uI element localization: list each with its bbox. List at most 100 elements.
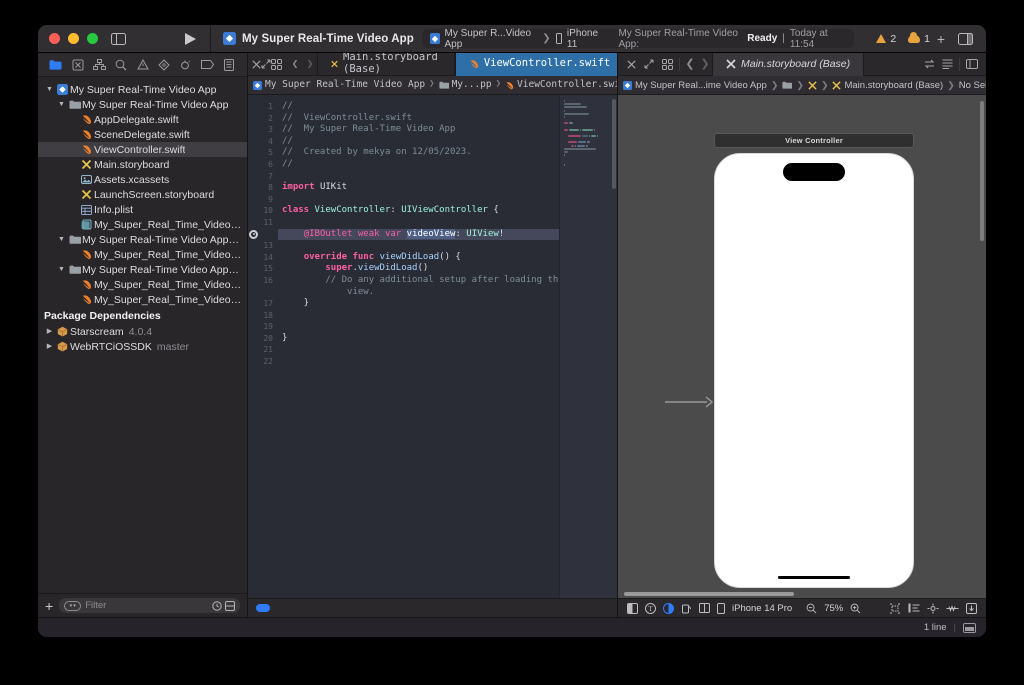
resolve-auto-layout-icon[interactable]	[966, 602, 977, 614]
line-number[interactable]: 13	[248, 240, 273, 252]
sidebar-item-debug-navigator[interactable]	[176, 56, 196, 74]
jumpbar-segment-selection[interactable]: No Selection	[959, 80, 986, 91]
line-number[interactable]: 6	[248, 159, 273, 171]
filter-scope-icon[interactable]: ▾ ▾	[64, 600, 82, 611]
expand-editor-icon[interactable]	[640, 55, 658, 73]
code-line[interactable]: }	[278, 298, 559, 310]
assistant-editor-icon[interactable]	[963, 55, 981, 73]
jumpbar-segment-project[interactable]: My Super Real...ime Video App	[623, 80, 767, 91]
jumpbar-segment-file[interactable]: ViewController.swift	[505, 79, 617, 91]
sidebar-item-breakpoint-navigator[interactable]	[198, 56, 218, 74]
file-tree-row[interactable]: Info.plist	[38, 202, 247, 217]
minimize-window-button[interactable]	[68, 33, 79, 44]
code-line[interactable]: class ViewController: UIViewController {	[278, 205, 559, 217]
zoom-level[interactable]: 75%	[824, 603, 843, 614]
dynamic-type-icon[interactable]: T	[645, 602, 656, 614]
add-file-button[interactable]: +	[45, 599, 53, 613]
line-number[interactable]: 16	[248, 275, 273, 287]
forward-button[interactable]: ❯	[303, 55, 317, 73]
scene-title-bar[interactable]: View Controller	[714, 133, 914, 148]
file-tree-row[interactable]: ▼ My Super Real-Time Video App	[38, 82, 247, 97]
file-tree-row[interactable]: My_Super_Real_Time_Video_App...	[38, 277, 247, 292]
embed-in-icon[interactable]	[908, 603, 920, 613]
line-number[interactable]: 15	[248, 263, 273, 275]
related-items-icon[interactable]	[920, 55, 938, 73]
line-number[interactable]: 4	[248, 136, 273, 148]
issue-counter[interactable]: 1	[908, 31, 930, 45]
source-code-view[interactable]: 1 2 3 4 5 6 7 8 9 10 11 13 14 15 16 17 18 19 20 21 22 //// V…	[248, 95, 559, 598]
sidebar-item-report-navigator[interactable]	[219, 56, 239, 74]
code-line[interactable]: //	[278, 159, 559, 171]
debug-indicator[interactable]	[256, 604, 270, 612]
file-tree-row[interactable]: AppDelegate.swift	[38, 112, 247, 127]
editor-options-icon[interactable]	[271, 55, 282, 73]
code-jump-bar[interactable]: My Super Real-Time Video App ❯ My...pp ❯…	[248, 76, 617, 95]
code-line[interactable]	[278, 310, 559, 322]
sidebar-item-project-navigator[interactable]	[46, 56, 66, 74]
sidebar-item-issue-navigator[interactable]	[133, 56, 153, 74]
run-icon[interactable]	[185, 32, 196, 45]
view-controller-scene[interactable]	[714, 153, 914, 588]
activity-status-bar[interactable]: My Super R...Video App ❯ iPhone 11 My Su…	[421, 28, 855, 50]
code-line[interactable]	[278, 356, 559, 368]
code-line[interactable]: // Created by mekya on 12/05/2023.	[278, 147, 559, 159]
code-line[interactable]: override func viewDidLoad() {	[278, 252, 559, 264]
file-tree-row[interactable]: LaunchScreen.storyboard	[38, 187, 247, 202]
code-line[interactable]: import UIKit	[278, 182, 559, 194]
code-minimap[interactable]	[559, 95, 617, 598]
debug-area-toggle-icon[interactable]	[963, 622, 976, 633]
breakpoint-icon[interactable]	[249, 229, 258, 239]
package-row[interactable]: ▶ Starscream 4.0.4	[38, 324, 247, 339]
line-number[interactable]: 20	[248, 333, 273, 345]
jumpbar-segment-storyboard-file[interactable]: Main.storyboard (Base)	[832, 80, 943, 91]
line-number[interactable]: 2	[248, 113, 273, 125]
add-editor-button[interactable]: +	[930, 29, 952, 49]
close-window-button[interactable]	[49, 33, 60, 44]
code-vertical-scrollbar[interactable]	[612, 99, 616, 189]
close-editor-icon[interactable]	[252, 55, 261, 73]
code-line[interactable]	[278, 217, 559, 229]
split-view-icon[interactable]	[699, 603, 710, 613]
code-line[interactable]: }	[278, 333, 559, 345]
inspector-toggle-icon[interactable]	[954, 29, 976, 49]
line-number[interactable]: 19	[248, 321, 273, 333]
document-outline-icon[interactable]	[938, 55, 956, 73]
file-tree-row[interactable]: ▼ My Super Real-Time Video AppTests	[38, 232, 247, 247]
source-control-filter-icon[interactable]	[225, 600, 235, 611]
package-row[interactable]: ▶ WebRTCiOSSDK master	[38, 339, 247, 354]
editor-options-icon[interactable]	[658, 55, 676, 73]
storyboard-canvas[interactable]: View Controller	[618, 95, 986, 598]
zoom-out-icon[interactable]	[806, 603, 817, 614]
scheme-name[interactable]: My Super R...Video App	[445, 28, 538, 50]
canvas-device-name[interactable]: iPhone 14 Pro	[732, 603, 792, 614]
sidebar-item-test-navigator[interactable]	[154, 56, 174, 74]
code-line[interactable]: view.	[278, 287, 559, 299]
forward-button[interactable]: ❯	[698, 55, 712, 73]
line-number[interactable]: 14	[248, 252, 273, 264]
run-destination[interactable]: iPhone 11	[567, 28, 606, 50]
jumpbar-segment-storyboard-root[interactable]	[808, 80, 817, 90]
code-line[interactable]	[278, 194, 559, 206]
line-number-gutter[interactable]: 1 2 3 4 5 6 7 8 9 10 11 13 14 15 16 17 18 19 20 21 22	[248, 95, 278, 598]
code-line[interactable]	[278, 240, 559, 252]
back-button[interactable]: ❮	[683, 55, 697, 73]
disclosure-triangle-icon[interactable]: ▼	[56, 266, 67, 273]
code-line[interactable]	[278, 321, 559, 333]
file-tree-row[interactable]: ▼ My Super Real-Time Video AppUITe...	[38, 262, 247, 277]
code-line[interactable]	[278, 171, 559, 183]
recent-clock-icon[interactable]	[212, 600, 222, 611]
code-line[interactable]	[278, 344, 559, 356]
file-tree-row[interactable]: My_Super_Real_Time_Video_App...	[38, 217, 247, 232]
line-number[interactable]: 22	[248, 356, 273, 368]
line-number[interactable]: 17	[248, 298, 273, 310]
tab-viewcontroller-swift[interactable]: ViewController.swift	[454, 53, 617, 76]
canvas-horizontal-scrollbar[interactable]	[624, 592, 794, 596]
line-number[interactable]: 18	[248, 310, 273, 322]
sidebar-item-source-control-navigator[interactable]	[68, 56, 88, 74]
dark-mode-icon[interactable]	[663, 602, 674, 614]
device-size-icon[interactable]	[717, 602, 725, 614]
disclosure-triangle-icon[interactable]: ▼	[44, 86, 55, 93]
line-number[interactable]: 9	[248, 194, 273, 206]
jumpbar-segment-group[interactable]	[782, 81, 793, 89]
code-line[interactable]: super.viewDidLoad()	[278, 263, 559, 275]
